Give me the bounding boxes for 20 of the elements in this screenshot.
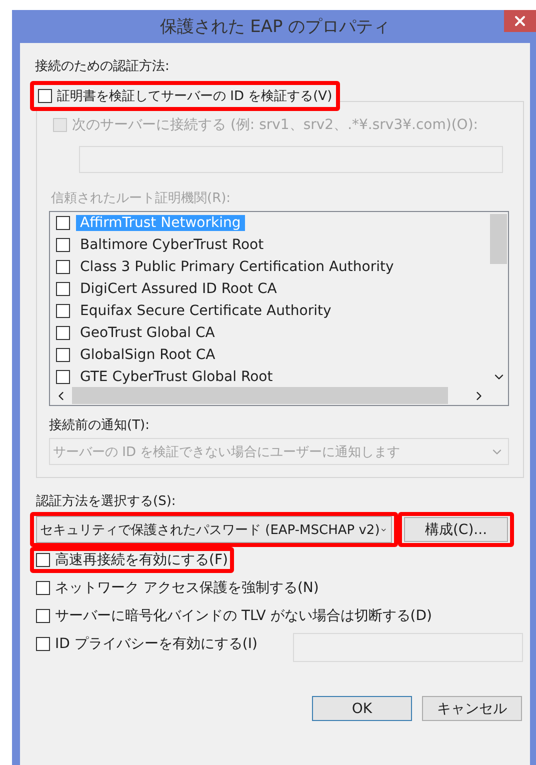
method-label: 認証方法を選択する(S):: [36, 493, 177, 510]
configure-button[interactable]: 構成(C)...: [404, 517, 508, 542]
list-label: 信頼されたルート証明機関(R):: [51, 190, 232, 207]
close-button[interactable]: [504, 10, 536, 32]
checkbox[interactable]: [36, 637, 50, 651]
section-label: 接続のための認証方法:: [35, 58, 170, 75]
checkbox[interactable]: [36, 609, 50, 623]
close-icon: [512, 13, 528, 29]
notification-label: 接続前の通知(T):: [49, 417, 150, 434]
option-checkbox-label[interactable]: ネットワーク アクセス保護を強制する(N): [36, 579, 319, 597]
checkbox[interactable]: [36, 581, 50, 595]
option-checkbox-label[interactable]: サーバーに暗号化バインドの TLV がない場合は切断する(D): [36, 607, 432, 625]
option-checkbox-label[interactable]: 高速再接続を有効にする(F): [36, 551, 228, 569]
cancel-button[interactable]: キャンセル: [422, 696, 522, 721]
method-dropdown[interactable]: セキュリティで保護されたパスワード (EAP-MSCHAP v2): [36, 516, 392, 543]
checkbox[interactable]: [36, 553, 50, 567]
ok-button[interactable]: OK: [312, 696, 412, 721]
checkbox[interactable]: [38, 89, 52, 103]
option-checkbox-label[interactable]: ID プライバシーを有効にする(I): [36, 635, 258, 653]
window-title: 保護された EAP のプロパティ: [160, 16, 390, 38]
